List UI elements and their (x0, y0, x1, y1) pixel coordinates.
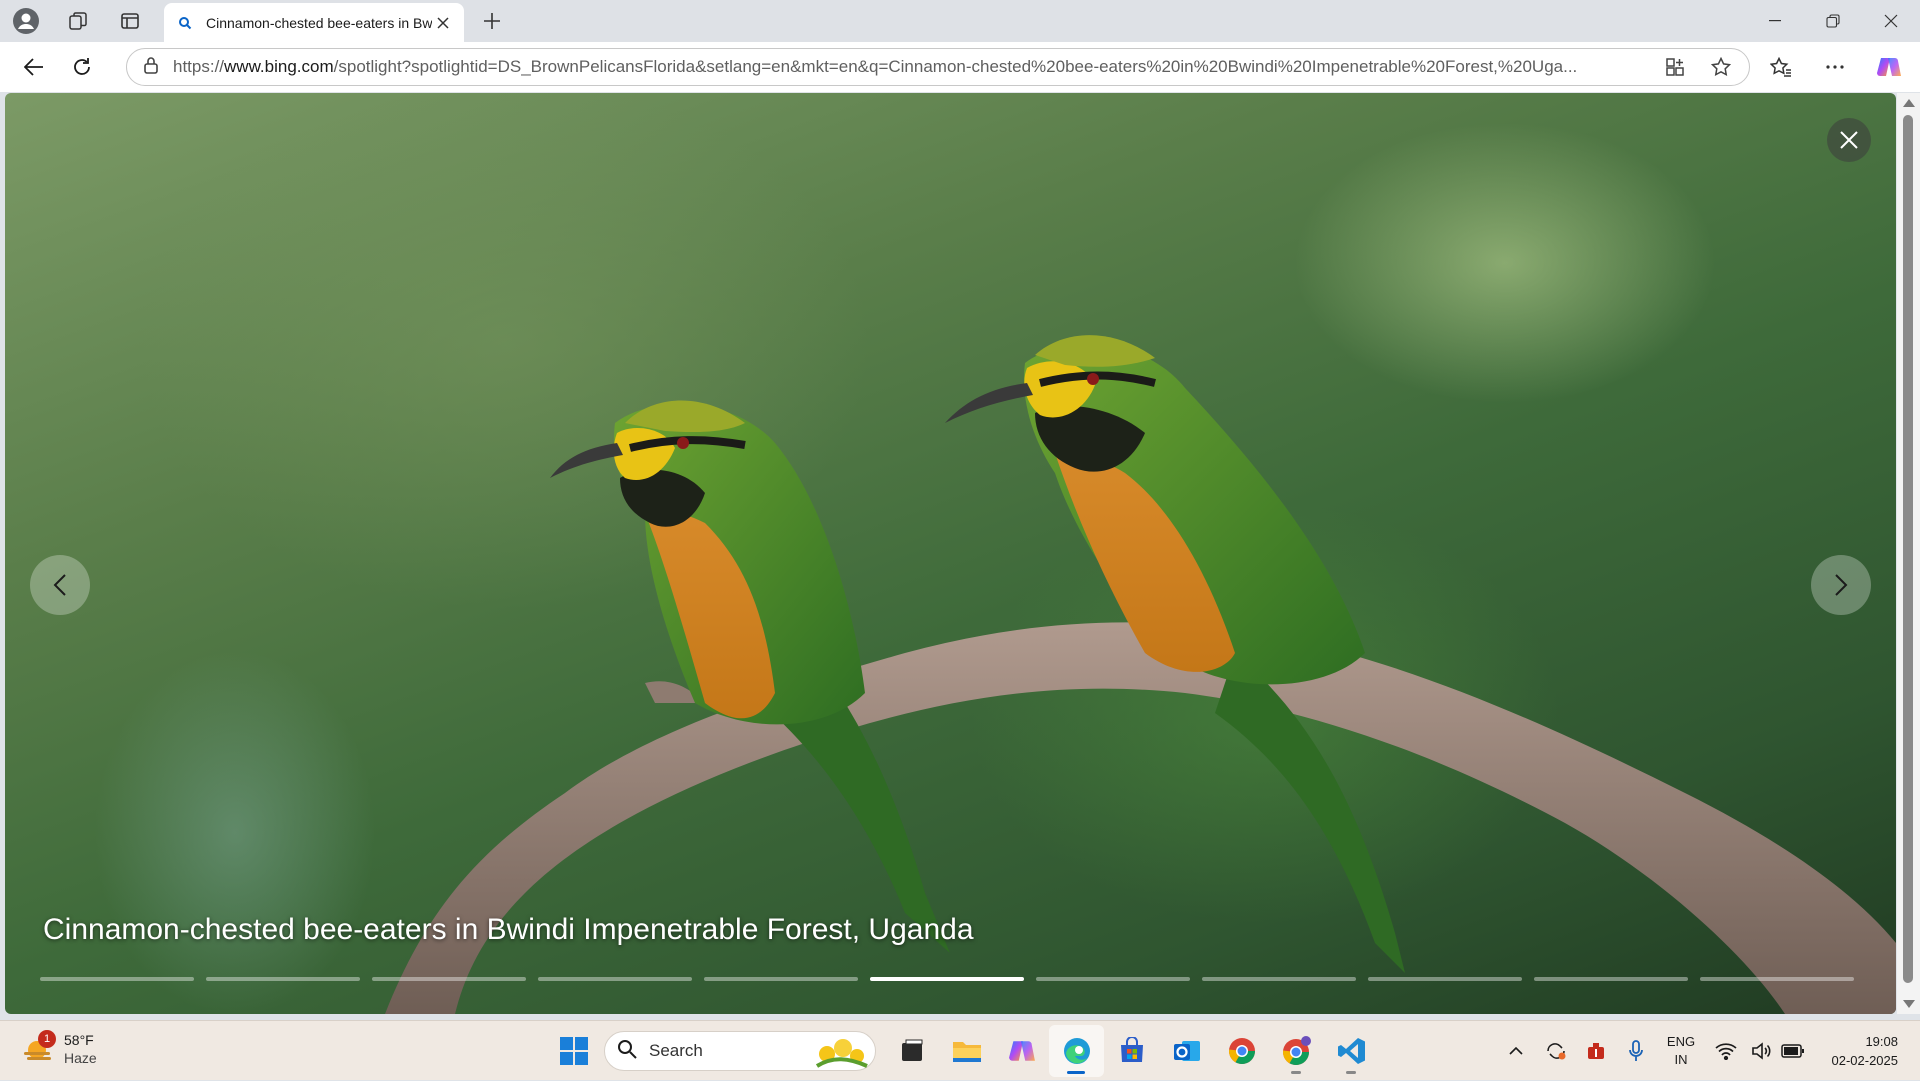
taskbar-search-box[interactable]: Search (604, 1031, 876, 1071)
microsoft-store-icon[interactable] (1104, 1025, 1159, 1077)
progress-segment[interactable] (1368, 977, 1522, 981)
progress-segment[interactable] (704, 977, 858, 981)
progress-segment[interactable] (1202, 977, 1356, 981)
favorites-icon[interactable] (1754, 42, 1808, 92)
search-icon (617, 1039, 637, 1064)
active-tab[interactable]: Cinnamon-chested bee-eaters in Bwindi Im… (164, 3, 464, 42)
search-highlight-flowers-icon (815, 1039, 868, 1068)
url-path: /spotlight?spotlightid=DS_BrownPelicansF… (333, 57, 1578, 76)
microphone-icon[interactable] (1616, 1021, 1656, 1081)
spotlight-viewer: Cinnamon-chested bee-eaters in Bwindi Im… (5, 93, 1896, 1014)
wifi-icon[interactable] (1706, 1021, 1746, 1081)
clock-time: 19:08 (1865, 1034, 1898, 1049)
restore-button[interactable] (1804, 0, 1862, 42)
favorite-star-icon[interactable] (1703, 49, 1739, 85)
browser-tab-bar: Cinnamon-chested bee-eaters in Bwindi Im… (0, 0, 1920, 42)
taskbar-file-manager-icon[interactable] (884, 1025, 939, 1077)
active-app-indicator (1067, 1071, 1085, 1074)
workspaces-icon[interactable] (58, 0, 98, 42)
clock-date: 02-02-2025 (1831, 1053, 1899, 1068)
scroll-down-arrow-icon[interactable] (1903, 1000, 1915, 1008)
weather-temperature: 58°F (64, 1032, 94, 1048)
scroll-up-arrow-icon[interactable] (1903, 99, 1915, 107)
tab-close-icon[interactable] (432, 12, 454, 34)
more-options-icon[interactable] (1808, 42, 1862, 92)
progress-segment[interactable] (538, 977, 692, 981)
system-clock[interactable]: 19:08 02-02-2025 (1810, 1032, 1920, 1070)
volume-icon[interactable] (1746, 1021, 1776, 1081)
image-caption: Cinnamon-chested bee-eaters in Bwindi Im… (43, 913, 974, 946)
browser-toolbar: https://www.bing.com/spotlight?spotlight… (0, 42, 1920, 92)
progress-segment[interactable] (206, 977, 360, 981)
progress-segment[interactable] (372, 977, 526, 981)
bee-eaters-photo (385, 335, 1896, 1014)
language-code: ENG (1666, 1034, 1696, 1049)
address-bar[interactable]: https://www.bing.com/spotlight?spotlight… (126, 48, 1750, 86)
progress-segment[interactable] (40, 977, 194, 981)
haze-weather-icon: 1 (22, 1030, 56, 1066)
tab-title: Cinnamon-chested bee-eaters in Bwindi Im… (206, 14, 432, 31)
windows-taskbar: 1 58°F Haze Search ENG IN 19:08 02-02-20… (0, 1020, 1920, 1080)
sync-status-icon[interactable] (1536, 1021, 1576, 1081)
progress-segment[interactable] (1700, 977, 1854, 981)
new-tab-button[interactable] (474, 0, 510, 42)
file-explorer-icon[interactable] (939, 1025, 994, 1077)
copilot-app-icon[interactable] (994, 1025, 1049, 1077)
minimize-button[interactable] (1746, 0, 1804, 42)
bing-search-icon (176, 14, 194, 32)
weather-condition: Haze (64, 1050, 97, 1066)
refresh-button[interactable] (62, 47, 102, 87)
progress-segment-active[interactable] (870, 977, 1024, 981)
weather-widget[interactable]: 1 58°F Haze (22, 1030, 97, 1067)
chrome-profile-icon[interactable] (1269, 1025, 1324, 1077)
url-text[interactable]: https://www.bing.com/spotlight?spotlight… (173, 57, 1643, 77)
slide-progress (40, 977, 1854, 981)
copilot-icon[interactable] (1862, 42, 1916, 92)
next-image-button[interactable] (1811, 555, 1871, 615)
lock-icon[interactable] (143, 56, 159, 79)
progress-segment[interactable] (1036, 977, 1190, 981)
weather-alert-badge: 1 (38, 1030, 56, 1048)
app-available-icon[interactable] (1657, 49, 1693, 85)
show-hidden-icons-chevron-icon[interactable] (1496, 1021, 1536, 1081)
close-viewer-button[interactable] (1827, 118, 1871, 162)
vscode-icon[interactable] (1324, 1025, 1379, 1077)
back-button[interactable] (14, 47, 54, 87)
battery-icon[interactable] (1776, 1021, 1810, 1081)
region-code: IN (1674, 1052, 1688, 1067)
running-app-indicator (1291, 1071, 1301, 1074)
vertical-tabs-icon[interactable] (110, 0, 150, 42)
search-placeholder: Search (649, 1041, 703, 1060)
close-window-button[interactable] (1862, 0, 1920, 42)
profile-icon[interactable] (6, 0, 46, 42)
url-scheme: https:// (173, 57, 225, 76)
progress-segment[interactable] (1534, 977, 1688, 981)
start-button[interactable] (550, 1027, 598, 1075)
outlook-icon[interactable] (1159, 1025, 1214, 1077)
running-app-indicator (1346, 1071, 1356, 1074)
previous-image-button[interactable] (30, 555, 90, 615)
url-host: www.bing.com (224, 57, 334, 76)
page-scrollbar[interactable] (1897, 93, 1920, 1014)
app-tray-icon[interactable] (1576, 1021, 1616, 1081)
edge-browser-icon[interactable] (1049, 1025, 1104, 1077)
scrollbar-thumb[interactable] (1903, 115, 1913, 983)
chrome-icon[interactable] (1214, 1025, 1269, 1077)
input-language-indicator[interactable]: ENG IN (1656, 1033, 1706, 1069)
